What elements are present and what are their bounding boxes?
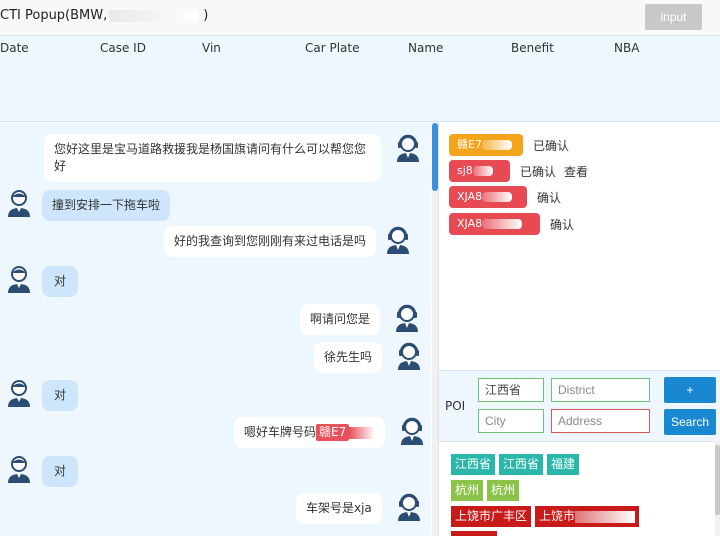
- agent-avatar-icon: [387, 226, 410, 254]
- address-input[interactable]: Address: [551, 409, 650, 433]
- city-input[interactable]: City: [478, 409, 544, 433]
- agent-avatar-icon: [401, 417, 424, 445]
- chat-bubble: 啊请问您是: [300, 304, 381, 335]
- car-plate-tag[interactable]: XJA8: [449, 213, 540, 235]
- agent-avatar-icon: [397, 493, 420, 521]
- chat-bubble: 对: [42, 380, 79, 411]
- column-name[interactable]: Name: [408, 41, 443, 55]
- input-button[interactable]: input: [645, 4, 702, 30]
- chat-bubble: 对: [42, 456, 79, 487]
- plate-text: 赣E7: [457, 138, 482, 151]
- chat-bubble: 撞到安排一下拖车啦: [42, 190, 171, 221]
- column-nba[interactable]: NBA: [614, 41, 639, 55]
- chat-message-customer: 撞到安排一下拖车啦: [6, 189, 171, 221]
- province-tag[interactable]: 江西省: [499, 454, 544, 475]
- chat-message-agent: 徐先生吗: [314, 342, 422, 373]
- chat-message-agent: 嗯好车牌号码 赣E7: [234, 417, 425, 448]
- plate-text: XJA8: [457, 190, 483, 203]
- chat-bubble: 嗯好车牌号码 赣E7: [234, 417, 386, 448]
- plate-highlight: 赣E7: [316, 424, 350, 441]
- side-panel: 赣E7 已确认 sj8 已确认 查看 XJA8 确认 XJA8 确认 POI 江…: [438, 123, 720, 536]
- column-case-id[interactable]: Case ID: [100, 41, 146, 55]
- car-status: 确认: [537, 190, 562, 205]
- column-benefit[interactable]: Benefit: [511, 41, 554, 55]
- case-table: Date Case ID Vin Car Plate Name Benefit …: [0, 36, 720, 122]
- district-tag[interactable]: 上饶市广丰区: [451, 506, 532, 527]
- plate-text: sj8: [457, 164, 473, 177]
- column-date[interactable]: Date: [0, 41, 29, 55]
- masked-text: [109, 9, 198, 22]
- car-plate-tag[interactable]: sj8: [449, 160, 510, 182]
- chat-message-customer: 对: [6, 265, 79, 297]
- poi-label: POI: [445, 399, 466, 413]
- tag-row-city: 杭州 杭州: [451, 480, 701, 501]
- chat-message-agent: 好的我查询到您刚刚有来过电话是吗: [164, 226, 411, 257]
- header-bar: CTI Popup(BMW,) input: [0, 0, 720, 36]
- district-tag[interactable]: [451, 531, 497, 536]
- title-text: CTI Popup(BMW,: [0, 8, 108, 23]
- view-link[interactable]: 查看: [564, 163, 588, 180]
- chat-bubble: 对: [42, 266, 79, 297]
- car-row: sj8 已确认 查看: [449, 160, 588, 182]
- province-tag[interactable]: 江西省: [451, 454, 496, 475]
- customer-avatar-icon: [8, 456, 30, 483]
- car-status: 确认: [550, 217, 575, 232]
- chat-message-customer: 对: [6, 379, 79, 411]
- province-input[interactable]: 江西省: [478, 378, 544, 402]
- search-button[interactable]: Search: [664, 409, 716, 435]
- masked-text: [349, 426, 376, 439]
- car-row: 赣E7 已确认: [449, 134, 569, 156]
- chat-bubble: 您好这里是宝马道路救援我是杨国旗请问有什么可以帮您您好: [44, 134, 381, 182]
- car-status: 已确认: [533, 138, 570, 153]
- tags-scrollbar-thumb[interactable]: [715, 445, 720, 515]
- title-suffix: ): [203, 8, 209, 23]
- message-text: 嗯好车牌号码: [244, 425, 317, 439]
- column-car-plate[interactable]: Car Plate: [305, 41, 360, 55]
- city-tag[interactable]: 杭州: [451, 480, 484, 501]
- masked-text: [575, 510, 636, 523]
- column-vin[interactable]: Vin: [202, 41, 221, 55]
- tags-scrollbar[interactable]: [715, 441, 720, 536]
- masked-text: [481, 140, 512, 150]
- chat-message-agent: 您好这里是宝马道路救援我是杨国旗请问有什么可以帮您您好: [44, 134, 421, 182]
- city-tag[interactable]: 杭州: [487, 480, 520, 501]
- window-title: CTI Popup(BMW,): [0, 8, 208, 23]
- car-row: XJA8 确认: [449, 213, 574, 235]
- masked-text: [482, 219, 523, 229]
- chat-message-customer: 对: [6, 455, 79, 487]
- car-status: 已确认: [520, 164, 557, 179]
- chat-message-agent: 车架号是xja: [296, 493, 422, 524]
- chat-bubble: 徐先生吗: [314, 342, 383, 373]
- plate-text: XJA8: [457, 217, 483, 230]
- agent-avatar-icon: [396, 304, 419, 332]
- tag-row-province: 江西省 江西省 福建: [451, 454, 701, 475]
- customer-avatar-icon: [8, 266, 30, 293]
- tag-row-district: 上饶市广丰区 上饶市: [451, 506, 701, 527]
- agent-avatar-icon: [397, 134, 419, 162]
- add-button[interactable]: +: [664, 377, 716, 403]
- chat-bubble: 好的我查询到您刚刚有来过电话是吗: [164, 226, 377, 257]
- car-plate-tag[interactable]: XJA8: [449, 186, 527, 208]
- poi-search-panel: POI 江西省 District City Address + Search: [439, 370, 720, 442]
- district-tag[interactable]: 上饶市: [535, 506, 640, 527]
- car-row: XJA8 确认: [449, 186, 561, 208]
- customer-avatar-icon: [8, 380, 30, 407]
- chat-bubble: 车架号是xja: [296, 493, 382, 524]
- district-input[interactable]: District: [551, 378, 650, 402]
- masked-text: [482, 192, 513, 202]
- province-tag[interactable]: 福建: [547, 454, 580, 475]
- customer-avatar-icon: [8, 190, 30, 217]
- car-plate-tag[interactable]: 赣E7: [449, 134, 523, 156]
- agent-avatar-icon: [398, 342, 421, 370]
- district-tag-text: 上饶市: [539, 509, 576, 523]
- location-tags: 江西省 江西省 福建 杭州 杭州 上饶市广丰区 上饶市: [451, 454, 701, 536]
- masked-text: [472, 166, 493, 176]
- chat-message-agent: 啊请问您是: [300, 304, 420, 335]
- chat-transcript[interactable]: 您好这里是宝马道路救援我是杨国旗请问有什么可以帮您您好 撞到安排一下拖车啦 好的…: [0, 123, 431, 536]
